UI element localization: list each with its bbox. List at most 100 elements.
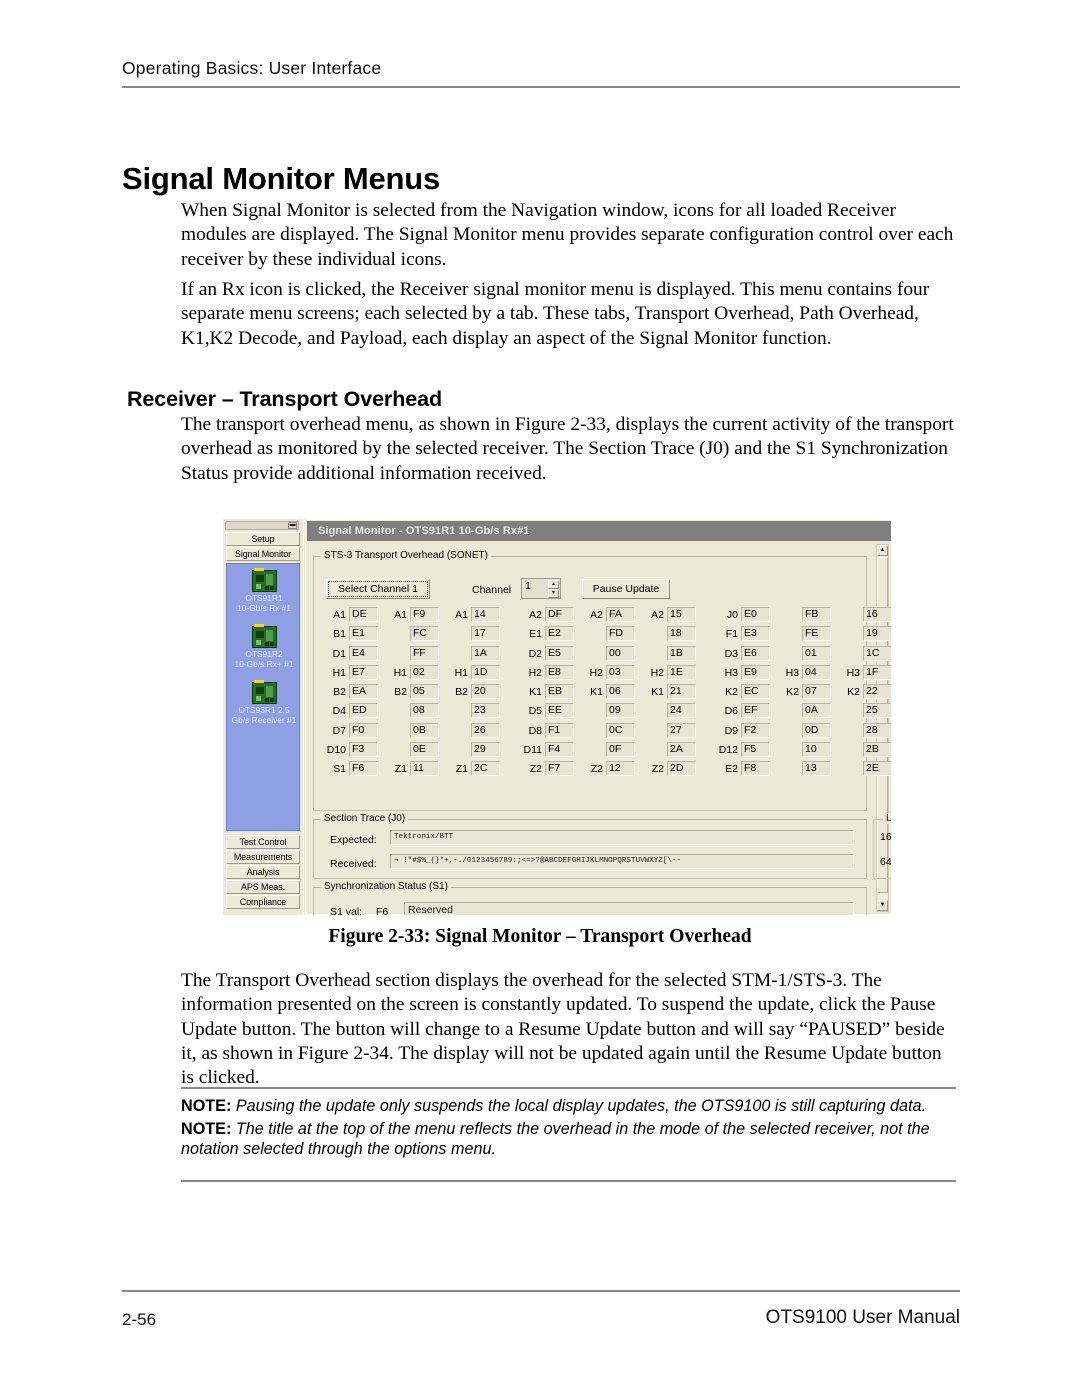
overhead-byte-value: 03 — [606, 664, 635, 680]
overhead-column: FB FE 01 H3 04 K2 07 0A 0D 10 13 — [775, 607, 839, 781]
module-desc: 10-Gb/s Rx #1 — [237, 602, 291, 613]
overhead-byte-value: E2 — [545, 626, 574, 642]
overhead-byte-value: FC — [410, 626, 439, 642]
overhead-cell: D3 E6 — [714, 645, 778, 665]
overhead-byte-name: D3 — [724, 647, 738, 660]
overhead-cell: K1 21 — [640, 684, 704, 703]
overhead-column: A2 DF E1 E2 D2 E5 H2 E8 K1 EB D5 EE D8 F1 D11 F4 Z2 F7 — [518, 607, 582, 781]
pause-update-button[interactable]: Pause Update — [582, 579, 670, 599]
overhead-cell: 26 — [444, 722, 508, 742]
overhead-byte-value: E4 — [349, 645, 378, 661]
signal-monitor-window: Signal Monitor - OTS91R1 10-Gb/s Rx#1 ▲ … — [305, 519, 891, 915]
overhead-byte-value: F1 — [545, 722, 574, 738]
overhead-cell: H2 E8 — [518, 664, 582, 684]
overhead-cell: FB — [775, 607, 839, 626]
note-rule-bottom — [181, 1180, 956, 1182]
overhead-byte-value: E9 — [741, 664, 770, 680]
overhead-cell: H3 1F — [836, 664, 891, 684]
overhead-byte-value: E3 — [741, 626, 770, 642]
channel-label: Channel — [472, 584, 512, 596]
section-trace-group-label: Section Trace (J0) — [321, 813, 409, 824]
overhead-cell: H1 E7 — [322, 664, 386, 684]
overhead-byte-value: EE — [545, 703, 574, 719]
channel-stepper[interactable]: 1 ▲ ▼ — [521, 578, 561, 599]
scroll-up-icon[interactable]: ▲ — [877, 545, 888, 556]
overhead-byte-value: E7 — [349, 664, 378, 680]
overhead-cell: A1 F9 — [383, 607, 447, 626]
overhead-cell: B2 20 — [444, 684, 508, 703]
overhead-byte-value: F4 — [545, 742, 574, 758]
overhead-byte-value: EA — [349, 684, 378, 700]
nav-button-signal-monitor[interactable]: Signal Monitor — [226, 547, 300, 561]
stepper-down-icon[interactable]: ▼ — [548, 589, 559, 598]
overhead-byte-name: H1 — [393, 666, 407, 679]
received-field[interactable]: ¬ !"#$%_(}*+,-./0123456789:;<=>?@ABCDEFG… — [390, 854, 854, 869]
module-item-ots91r2[interactable]: OTS91R2 10-Gb/s Rx+ #1 — [227, 624, 301, 669]
stepper-up-icon[interactable]: ▲ — [548, 580, 559, 589]
s1-status-field[interactable]: Reserved — [404, 902, 854, 915]
overhead-byte-value: E0 — [741, 607, 770, 622]
overhead-byte-value: 1F — [863, 664, 891, 680]
overhead-cell: 23 — [444, 703, 508, 722]
overhead-byte-name: K1 — [529, 686, 542, 699]
nav-button-analysis[interactable]: Analysis — [226, 865, 300, 879]
overhead-byte-name: S1 — [333, 763, 346, 776]
nav-button-measurements[interactable]: Measurements — [226, 850, 300, 864]
overhead-cell: 27 — [640, 722, 704, 742]
paragraph-text: If an Rx icon is clicked, the Receiver s… — [181, 279, 930, 349]
overhead-cell: E2 F8 — [714, 761, 778, 780]
expected-field[interactable]: Tektronix/BTT — [390, 830, 854, 845]
overhead-cell: 00 — [579, 645, 643, 665]
overhead-byte-value: 12 — [606, 761, 635, 777]
overhead-cell: 0C — [579, 722, 643, 742]
overhead-byte-value: 21 — [667, 684, 696, 700]
nav-button-compliance[interactable]: Compliance — [226, 895, 300, 909]
overhead-byte-value: DE — [349, 607, 378, 622]
overhead-column: A2 15 18 1B H2 1E K1 21 24 27 2A Z2 2D — [640, 607, 704, 781]
select-channel-button[interactable]: Select Channel 1 — [326, 579, 430, 599]
overhead-cell: K2 EC — [714, 684, 778, 703]
module-item-ots93r1[interactable]: OTS93R1 2.5 Gb/s Receiver #1 — [227, 680, 301, 725]
overhead-cell: K1 EB — [518, 684, 582, 703]
overhead-cell: D2 E5 — [518, 645, 582, 665]
nav-button-test-control[interactable]: Test Control — [226, 835, 300, 849]
overhead-cell: D5 EE — [518, 703, 582, 722]
overhead-cell: B1 E1 — [322, 626, 386, 645]
module-item-ots91r1[interactable]: OTS91R1 10-Gb/s Rx #1 — [227, 568, 301, 613]
overhead-byte-name: F1 — [725, 628, 738, 641]
section-trace-group: Section Trace (J0) Expected: Tektronix/B… — [313, 813, 867, 879]
overhead-byte-value: E1 — [349, 626, 378, 642]
nav-button-setup[interactable]: Setup — [226, 532, 300, 546]
overhead-byte-value: 18 — [667, 626, 696, 642]
length-group: Length 16 Bytes 64 Bytes — [873, 813, 891, 879]
overhead-byte-value: 25 — [863, 703, 891, 719]
overhead-byte-value: E6 — [741, 645, 770, 661]
channel-value: 1 — [525, 580, 531, 592]
overhead-byte-value: 02 — [410, 664, 439, 680]
overhead-byte-value: 01 — [802, 645, 831, 661]
overhead-cell: 16 — [836, 607, 891, 626]
paragraph-text: The Transport Overhead section displays … — [181, 970, 945, 1089]
overhead-byte-value: 19 — [863, 626, 891, 642]
overhead-byte-value: ED — [349, 703, 378, 719]
minimize-icon[interactable]: ▬ — [288, 522, 297, 529]
overhead-cell: FD — [579, 626, 643, 645]
nav-button-aps-meas[interactable]: APS Meas. — [226, 880, 300, 894]
overhead-cell: Z2 2D — [640, 761, 704, 780]
scroll-down-icon[interactable]: ▼ — [877, 900, 888, 911]
overhead-byte-name: B2 — [333, 686, 346, 699]
note-label: NOTE: — [181, 1119, 232, 1138]
paragraph-text: The transport overhead menu, as shown in… — [181, 414, 954, 484]
overhead-byte-value: 23 — [471, 703, 500, 719]
overhead-column: A2 FA FD 00 H2 03 K1 06 09 0C 0F Z2 12 — [579, 607, 643, 781]
overhead-byte-name: H1 — [454, 666, 468, 679]
overhead-cell: 0A — [775, 703, 839, 722]
overhead-byte-name: K2 — [725, 686, 738, 699]
overhead-byte-value: F5 — [741, 742, 770, 758]
overhead-byte-name: K1 — [651, 686, 664, 699]
overhead-byte-name: A1 — [455, 609, 468, 621]
overhead-byte-name: B2 — [455, 686, 468, 699]
overhead-byte-value: 11 — [410, 761, 439, 777]
overhead-byte-value: FA — [606, 607, 635, 622]
note-text: The title at the top of the menu reflect… — [181, 1119, 930, 1159]
